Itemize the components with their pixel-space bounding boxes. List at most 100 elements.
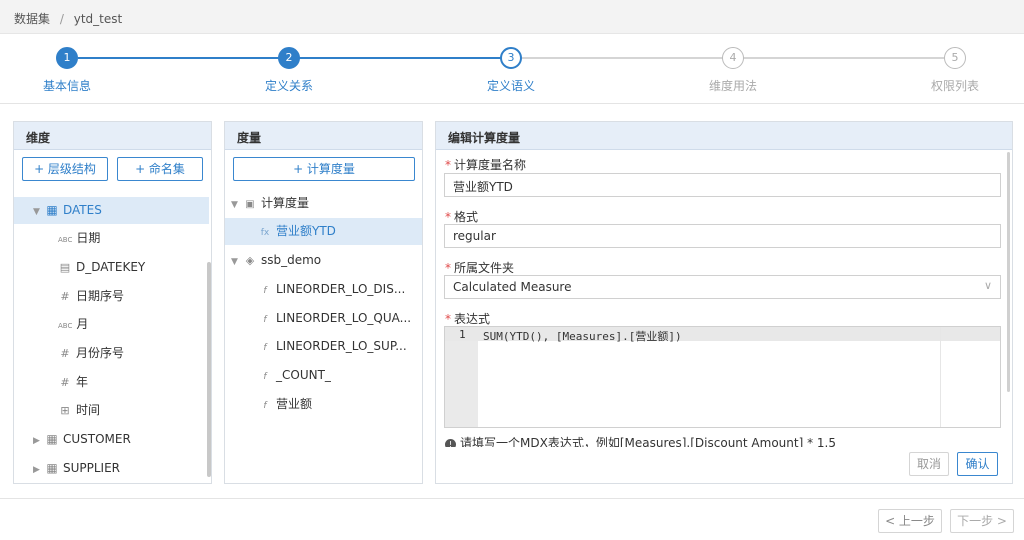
tree-item-label: DATES [63, 203, 102, 217]
tree-item-label: LINEORDER_LO_SUP... [276, 339, 407, 353]
breadcrumb-separator: / [59, 12, 64, 26]
edit-panel-title: 编辑计算度量 [436, 122, 1012, 150]
add-named-set-button[interactable]: + 命名集 [117, 157, 203, 181]
table-icon: ▦ [46, 461, 58, 475]
step-label: 定义语义 [486, 79, 535, 93]
step-number: 4 [722, 47, 744, 69]
confirm-button[interactable]: 确认 [957, 452, 998, 476]
tree-item-year[interactable]: # 年 [14, 369, 88, 396]
step-define-relations[interactable]: 2 定义关系 [229, 47, 349, 94]
step-number: 2 [278, 47, 300, 69]
number-type-icon: # [60, 290, 70, 303]
tree-item-count[interactable]: f _COUNT_ [225, 362, 331, 389]
step-number: 1 [56, 47, 78, 69]
step-dimension-usage: 4 维度用法 [673, 47, 793, 94]
cube-icon: ◈ [245, 254, 255, 267]
tree-item-lo-dis[interactable]: f LINEORDER_LO_DIS... [225, 276, 405, 303]
tree-item-label: 时间 [76, 403, 101, 417]
function-icon: fx [260, 228, 270, 238]
tree-item-label: 计算度量 [261, 196, 310, 210]
tree-item-month-seq[interactable]: # 月份序号 [14, 340, 124, 367]
breadcrumb: 数据集 / ytd_test [0, 0, 1024, 34]
expression-field-label: * 表达式 [445, 312, 491, 326]
edit-panel-scrollbar[interactable] [1007, 152, 1010, 392]
tree-item-revenue[interactable]: f 营业额 [225, 391, 312, 418]
tree-item-supplier[interactable]: ▶ ▦ SUPPLIER [14, 455, 120, 482]
tree-item-time[interactable]: ⊞ 时间 [14, 397, 100, 424]
tree-item-month[interactable]: ABC 月 [14, 311, 88, 338]
step-label: 定义关系 [264, 79, 313, 93]
caret-down-icon[interactable]: ▼ [231, 192, 243, 219]
add-calculated-measure-button[interactable]: + 计算度量 [233, 157, 415, 181]
tree-item-d-datekey[interactable]: ▤ D_DATEKEY [14, 254, 145, 281]
caret-right-icon[interactable]: ▶ [33, 457, 45, 484]
tree-item-label: _COUNT_ [276, 368, 331, 382]
caret-down-icon[interactable]: ▼ [231, 249, 243, 276]
tree-item-label: SUPPLIER [63, 461, 121, 475]
format-input[interactable]: regular [444, 224, 1001, 248]
tree-item-label: 月份序号 [76, 346, 125, 360]
measure-name-input[interactable]: 营业额YTD [444, 173, 1001, 197]
editor-print-margin [940, 327, 941, 427]
tree-item-label: D_DATEKEY [76, 260, 146, 274]
dimension-panel-title: 维度 [14, 122, 211, 150]
tree-item-label: 月 [76, 317, 89, 331]
caret-down-icon[interactable]: ▼ [33, 199, 45, 226]
tree-item-calculated-measures[interactable]: ▼ ▣ 计算度量 [225, 190, 309, 217]
tree-item-label: LINEORDER_LO_QUA... [276, 311, 412, 325]
tree-item-date-seq[interactable]: # 日期序号 [14, 283, 124, 310]
line-number: 1 [459, 328, 466, 341]
step-permissions: 5 权限列表 [895, 47, 1015, 94]
breadcrumb-root-link[interactable]: 数据集 [14, 12, 50, 26]
tree-item-lo-qua[interactable]: f LINEORDER_LO_QUA... [225, 305, 411, 332]
tree-item-label: 年 [76, 375, 89, 389]
tree-item-customer[interactable]: ▶ ▦ CUSTOMER [14, 426, 131, 453]
measure-icon: f [263, 343, 267, 353]
expression-code[interactable]: SUM(YTD(), [Measures].[营业额]) [483, 328, 682, 344]
text-type-icon: ABC [58, 236, 73, 244]
table-icon: ▦ [46, 432, 58, 446]
step-number: 5 [944, 47, 966, 69]
tree-item-dates[interactable]: ▼ ▦ DATES [14, 197, 209, 224]
tree-item-lo-sup[interactable]: f LINEORDER_LO_SUP... [225, 333, 407, 360]
cancel-button[interactable]: 取消 [909, 452, 949, 476]
tree-item-ssb-demo[interactable]: ▼ ◈ ssb_demo [225, 247, 321, 274]
tree-item-revenue-ytd[interactable]: fx 营业额YTD [225, 218, 422, 245]
dimension-panel: 维度 + 层级结构 + 命名集 ▼ ▦ DATES ABC 日期 ▤ D_DATEKEY… [13, 121, 212, 484]
prev-step-button[interactable]: < 上一步 [878, 509, 942, 533]
caret-right-icon[interactable]: ▶ [33, 428, 45, 455]
wizard-steps: 1 基本信息 2 定义关系 3 定义语义 4 维度用法 5 权限列表 [0, 34, 1024, 104]
folder-image-icon: ▣ [245, 199, 255, 210]
chevron-down-icon: ∨ [983, 279, 992, 292]
folder-select[interactable]: Calculated Measure ∨ [444, 275, 1001, 299]
next-step-button[interactable]: 下一步 > [950, 509, 1014, 533]
number-type-icon: # [60, 347, 70, 360]
tree-item-label: CUSTOMER [63, 432, 131, 446]
measure-panel: 度量 + 计算度量 ▼ ▣ 计算度量 fx 营业额YTD ▼ ◈ ssb_demo f LI… [224, 121, 423, 484]
measure-icon: f [263, 286, 267, 296]
name-field-label: * 计算度量名称 [445, 158, 527, 172]
tree-item-label: LINEORDER_LO_DIS... [276, 282, 406, 296]
add-hierarchy-button[interactable]: + 层级结构 [22, 157, 108, 181]
tree-item-label: 日期序号 [76, 289, 125, 303]
measure-icon: f [263, 372, 267, 382]
edit-measure-panel: 编辑计算度量 * 计算度量名称 营业额YTD * 格式 regular * 所属文件夹… [435, 121, 1013, 484]
number-type-icon: # [60, 376, 70, 389]
expression-editor[interactable]: 1 SUM(YTD(), [Measures].[营业额]) [444, 326, 1001, 428]
breadcrumb-current: ytd_test [73, 12, 123, 26]
table-icon: ▦ [46, 203, 58, 217]
folder-field-label: * 所属文件夹 [445, 261, 515, 275]
text-type-icon: ABC [58, 322, 73, 330]
tree-item-date[interactable]: ABC 日期 [14, 225, 100, 252]
measure-icon: f [263, 315, 267, 325]
expression-hint: ! 请填写一个MDX表达式，例如[Measures].[Discount Amou… [445, 434, 1000, 447]
measure-panel-title: 度量 [225, 122, 422, 150]
tree-item-label: 日期 [76, 231, 101, 245]
format-field-label: * 格式 [445, 210, 479, 224]
step-define-semantics[interactable]: 3 定义语义 [451, 47, 571, 94]
dimension-scrollbar[interactable] [207, 262, 211, 477]
step-basic-info[interactable]: 1 基本信息 [7, 47, 127, 94]
folder-select-value: Calculated Measure [453, 280, 572, 294]
tree-item-label: 营业额YTD [276, 224, 336, 238]
tree-item-label: ssb_demo [261, 253, 322, 267]
